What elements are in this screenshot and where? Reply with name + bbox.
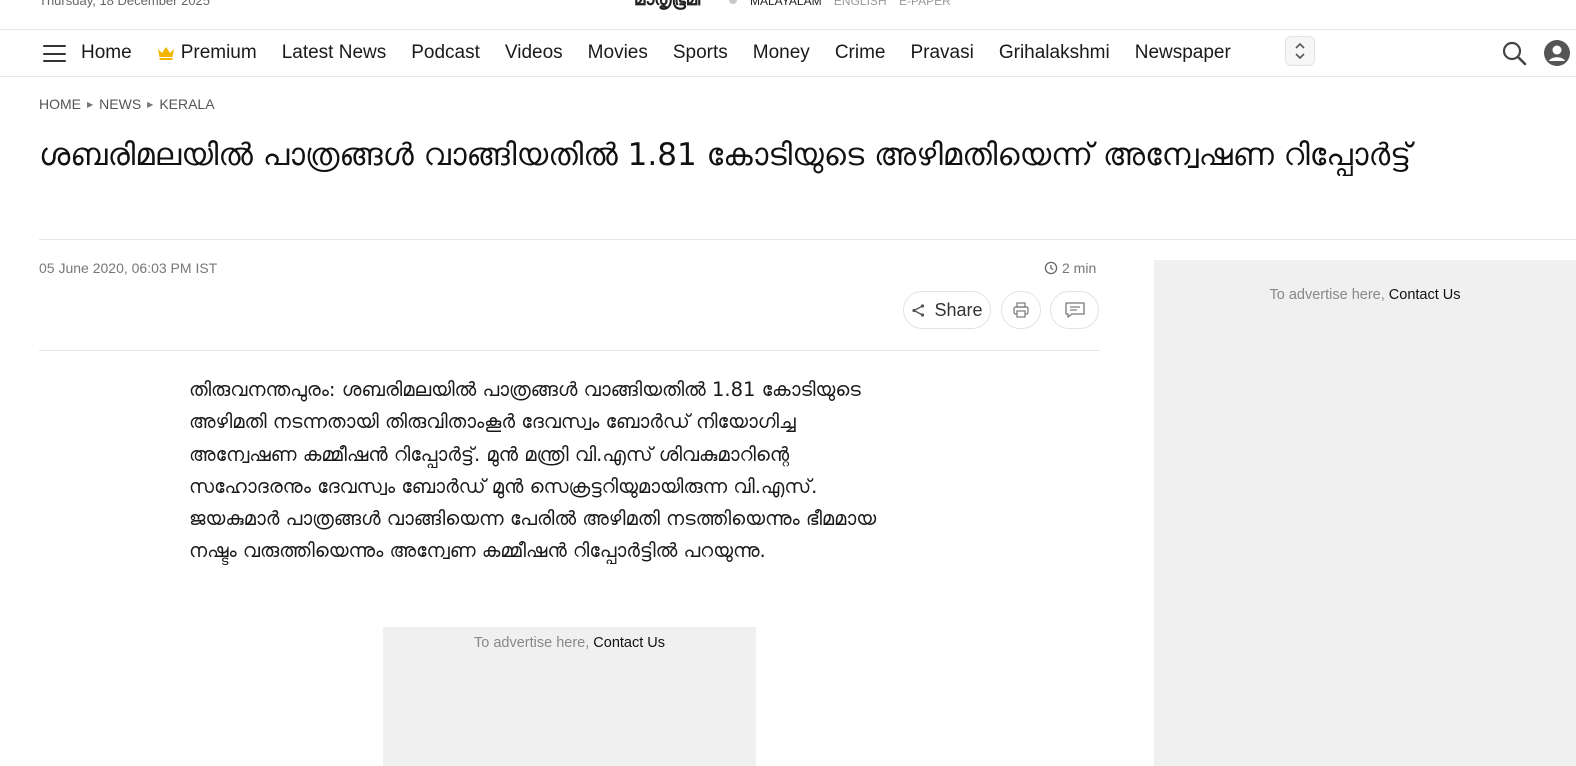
nav-item-premium-label: Premium bbox=[180, 42, 257, 63]
language-link-malayalam[interactable]: MALAYALAM bbox=[750, 0, 822, 8]
language-link-english[interactable]: ENGLISH bbox=[834, 0, 887, 8]
contact-us-link[interactable]: Contact Us bbox=[1389, 287, 1461, 303]
nav-item-podcast[interactable]: Podcast bbox=[411, 42, 480, 64]
site-logo[interactable]: മാതൃഭൂമി bbox=[634, 0, 700, 10]
print-button[interactable] bbox=[1001, 291, 1041, 329]
nav-more-button[interactable] bbox=[1285, 36, 1315, 66]
user-account-icon[interactable] bbox=[1543, 39, 1571, 67]
hamburger-menu-icon[interactable] bbox=[43, 45, 66, 62]
nav-item-newspaper[interactable]: Newspaper bbox=[1135, 42, 1231, 64]
breadcrumb-separator-icon: ▶ bbox=[147, 99, 154, 109]
nav-item-movies[interactable]: Movies bbox=[588, 42, 648, 64]
breadcrumb-separator-icon: ▶ bbox=[87, 99, 94, 109]
nav-item-grihalakshmi[interactable]: Grihalakshmi bbox=[999, 42, 1110, 64]
top-bar: Thursday, 18 December 2025 മാതൃഭൂമി MALA… bbox=[0, 0, 1576, 30]
read-time: 2 min bbox=[1044, 260, 1096, 276]
nav-items: Home Premium Latest News Podcast Videos … bbox=[81, 30, 1256, 76]
article-body: തിരുവനന്തപുരം: ശബരിമലയിൽ പാത്രങ്ങൾ വാങ്ങ… bbox=[189, 378, 877, 563]
breadcrumb-kerala[interactable]: KERALA bbox=[159, 96, 214, 112]
contact-us-link[interactable]: Contact Us bbox=[593, 635, 665, 651]
published-date: 05 June 2020, 06:03 PM IST bbox=[39, 260, 218, 276]
ad-prefix: To advertise here, bbox=[1269, 287, 1389, 303]
separator-dot bbox=[729, 0, 737, 4]
nav-item-sports[interactable]: Sports bbox=[673, 42, 728, 64]
main-navigation: Home Premium Latest News Podcast Videos … bbox=[0, 30, 1576, 77]
divider bbox=[39, 350, 1100, 351]
ad-prefix: To advertise here, bbox=[473, 635, 594, 651]
nav-item-videos[interactable]: Videos bbox=[505, 42, 563, 64]
comment-button[interactable] bbox=[1050, 291, 1099, 329]
breadcrumb-home[interactable]: HOME bbox=[39, 96, 81, 112]
share-button[interactable]: Share bbox=[903, 291, 991, 329]
nav-item-crime[interactable]: Crime bbox=[835, 42, 886, 64]
language-links: MALAYALAM ENGLISH E-PAPER bbox=[750, 0, 960, 8]
divider bbox=[39, 239, 1576, 240]
clock-icon bbox=[1044, 261, 1058, 275]
ad-label: To advertise here, Contact Us bbox=[383, 635, 756, 651]
chevron-up-down-icon bbox=[1295, 42, 1305, 60]
ad-label: To advertise here, Contact Us bbox=[1154, 287, 1576, 303]
nav-item-premium[interactable]: Premium bbox=[157, 42, 257, 64]
nav-item-latest-news[interactable]: Latest News bbox=[282, 42, 387, 64]
share-label: Share bbox=[934, 299, 983, 320]
search-icon[interactable] bbox=[1500, 39, 1528, 67]
nav-item-home[interactable]: Home bbox=[81, 42, 132, 64]
epaper-link[interactable]: E-PAPER bbox=[899, 0, 951, 8]
printer-icon bbox=[1013, 302, 1029, 318]
nav-item-money[interactable]: Money bbox=[753, 42, 810, 64]
breadcrumb-news[interactable]: NEWS bbox=[99, 96, 141, 112]
read-time-value: 2 min bbox=[1062, 260, 1097, 276]
nav-item-pravasi[interactable]: Pravasi bbox=[910, 42, 973, 64]
crown-icon bbox=[157, 47, 174, 60]
sidebar-ad-slot: To advertise here, Contact Us bbox=[1154, 260, 1576, 766]
comment-icon bbox=[1064, 302, 1085, 318]
article-headline: ശബരിമലയിൽ പാത്രങ്ങൾ വാങ്ങിയതിൽ 1.81 കോടി… bbox=[39, 137, 1412, 173]
inline-ad-slot: To advertise here, Contact Us bbox=[383, 627, 756, 766]
share-icon bbox=[912, 303, 925, 317]
current-date: Thursday, 18 December 2025 bbox=[39, 0, 211, 8]
breadcrumb: HOME ▶ NEWS ▶ KERALA bbox=[39, 96, 215, 112]
